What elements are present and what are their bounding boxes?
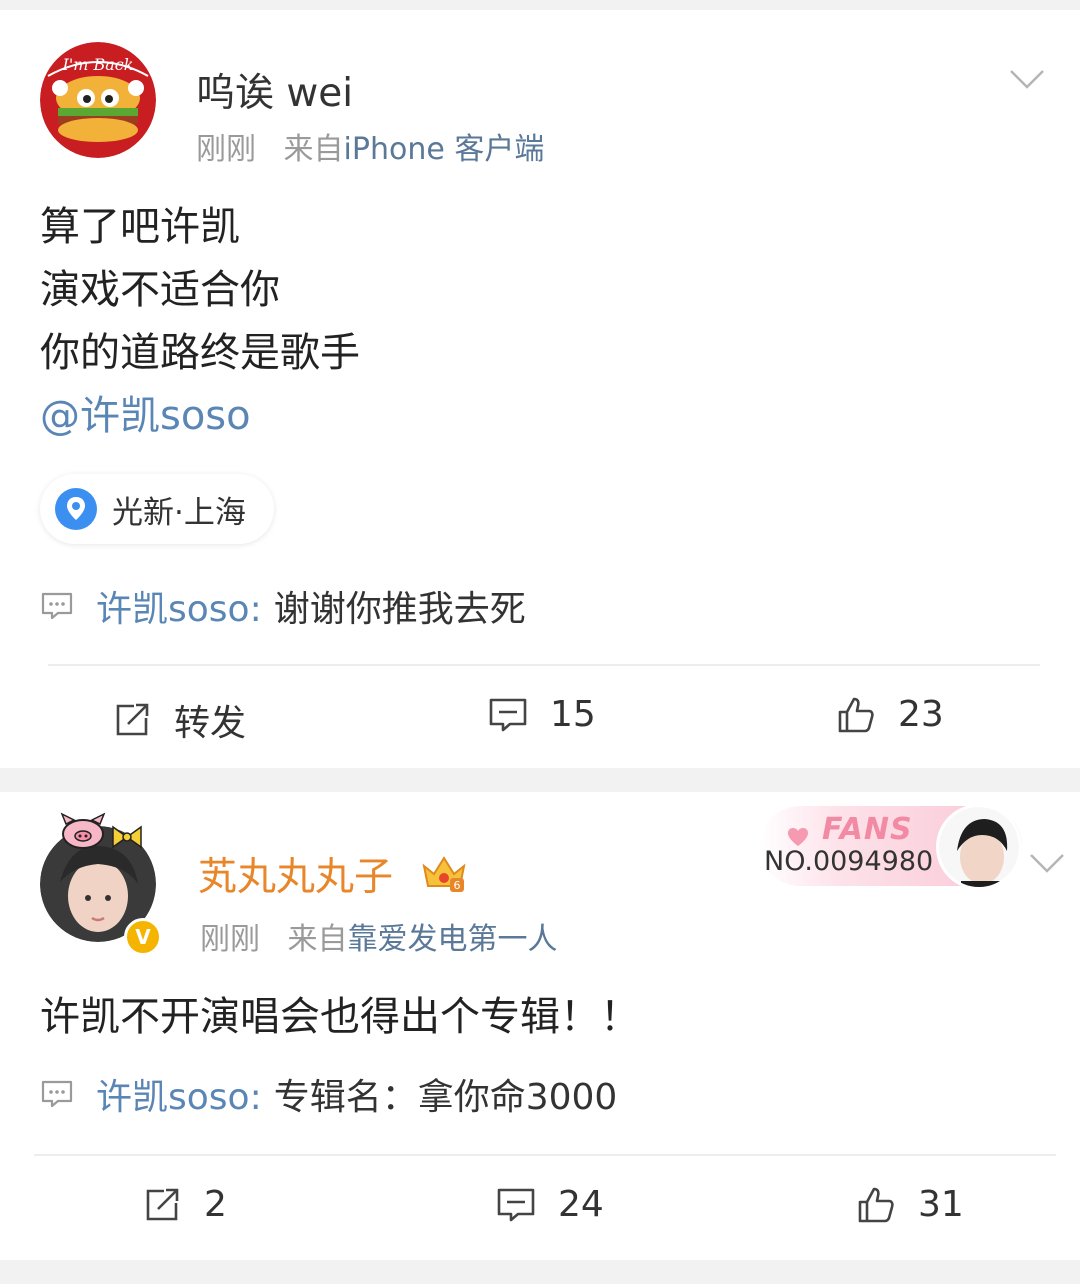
mention-link[interactable]: @许凯soso [40, 385, 360, 448]
post-meta: 刚刚 来自靠爱发电第一人 [200, 914, 558, 958]
top-comment[interactable]: 许凯soso: 专辑名：拿你命3000 [40, 1068, 617, 1120]
comment-icon [497, 1188, 535, 1221]
comment-button[interactable]: 24 [496, 1184, 604, 1225]
fans-badge[interactable]: FANS NO.0094980 [760, 800, 1022, 892]
chevron-down-icon[interactable] [1028, 852, 1066, 874]
comment-count: 24 [558, 1184, 604, 1225]
post-meta: 刚刚 来自iPhone 客户端 [196, 124, 544, 168]
idol-avatar-image [939, 807, 1019, 887]
comment-text: 专辑名：拿你命3000 [273, 1077, 618, 1118]
like-count: 23 [898, 694, 944, 735]
avatar[interactable]: I'm Back [40, 42, 156, 158]
comment-author[interactable]: 许凯soso: [96, 1068, 262, 1120]
repost-button[interactable]: 转发 [112, 694, 246, 746]
chevron-down-icon[interactable] [1008, 68, 1046, 90]
comment-icon [41, 592, 73, 620]
like-button[interactable]: 31 [856, 1184, 964, 1225]
vip-level: 6 [454, 879, 461, 892]
divider [48, 664, 1040, 666]
comment-button[interactable]: 15 [488, 694, 596, 735]
top-comment[interactable]: 许凯soso: 谢谢你推我去死 [40, 580, 526, 632]
divider [34, 1154, 1056, 1156]
timestamp: 刚刚 [196, 132, 256, 167]
username[interactable]: 呜诶 wei [196, 62, 353, 118]
repost-label: 转发 [174, 703, 247, 744]
post-source[interactable]: 靠爱发电第一人 [348, 922, 558, 957]
avatar-lettering: I'm Back [62, 55, 134, 74]
thumbs-up-icon [838, 697, 874, 732]
like-button[interactable]: 23 [836, 694, 944, 735]
comment-icon [489, 698, 527, 731]
comment-count: 15 [550, 694, 596, 735]
card-separator [0, 768, 1080, 792]
like-count: 31 [918, 1184, 964, 1225]
location-pin-icon [55, 488, 97, 530]
fans-number: NO.0094980 [764, 846, 934, 877]
idol-avatar [936, 804, 1022, 890]
repost-button[interactable]: 2 [142, 1184, 227, 1225]
timestamp: 刚刚 [200, 922, 260, 957]
post-text-line: 你的道路终是歌手 [40, 330, 360, 376]
location-tag[interactable]: 光新·上海 [40, 474, 274, 544]
post-text: 算了吧许凯 演戏不适合你 你的道路终是歌手 @许凯soso [40, 196, 360, 448]
post-text-line: 演戏不适合你 [40, 267, 280, 313]
comment-text: 谢谢你推我去死 [273, 589, 526, 630]
repost-count: 2 [204, 1184, 227, 1225]
bow-decoration-icon [112, 825, 142, 849]
source-prefix: 来自 [283, 132, 344, 167]
username[interactable]: 芄丸丸丸子 [198, 846, 393, 902]
vip-crown-icon[interactable]: 6 [420, 852, 468, 894]
card-separator [0, 1260, 1080, 1284]
comment-icon [41, 1080, 73, 1108]
source-prefix: 来自 [287, 922, 348, 957]
post-text-line: 许凯不开演唱会也得出个专辑！！ [40, 994, 640, 1040]
top-separator [0, 0, 1080, 10]
thumbs-up-icon [858, 1187, 894, 1222]
post-text-line: 算了吧许凯 [40, 204, 240, 250]
post-source[interactable]: iPhone 客户端 [344, 132, 545, 167]
verified-badge-icon: V [124, 918, 162, 956]
avatar-image: I'm Back [40, 42, 156, 158]
fans-title: FANS [822, 812, 913, 847]
post-text: 许凯不开演唱会也得出个专辑！！ [40, 986, 640, 1049]
comment-author[interactable]: 许凯soso: [96, 580, 262, 632]
repost-icon [146, 1188, 179, 1220]
heart-icon [788, 828, 808, 846]
pig-ears-decoration-icon [60, 812, 106, 849]
location-label: 光新·上海 [112, 494, 246, 531]
repost-icon [116, 703, 149, 736]
